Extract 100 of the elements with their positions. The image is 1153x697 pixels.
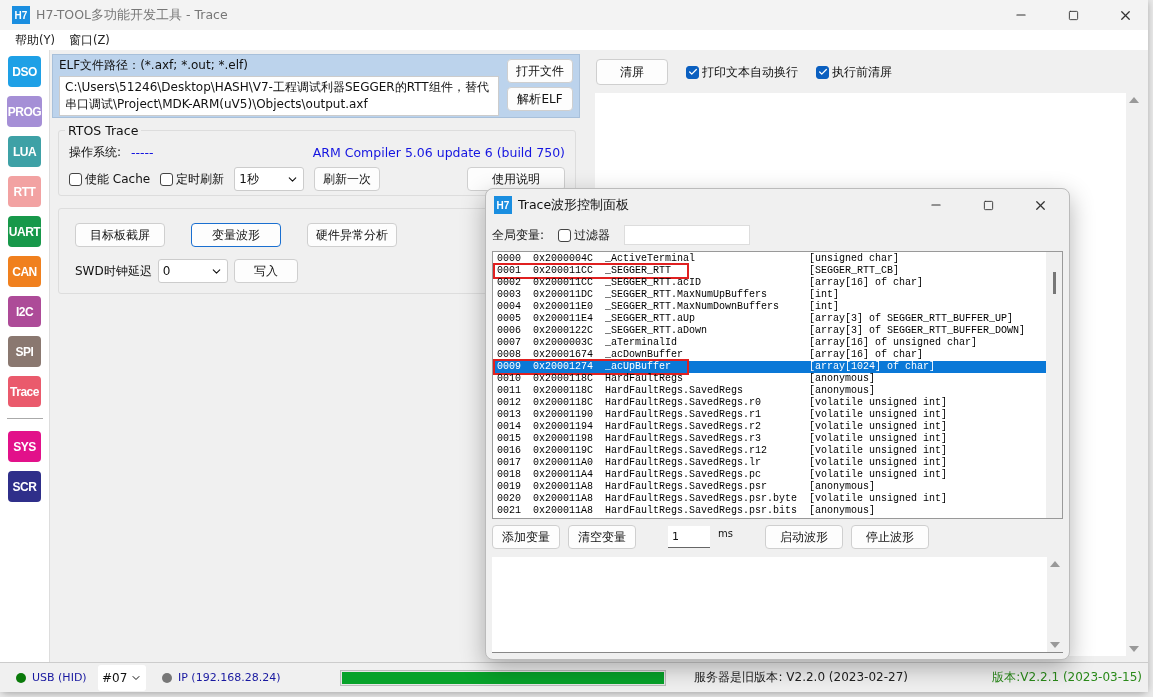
address-cell-text: 0x200011A8 — [533, 505, 594, 517]
checkbox[interactable]: 使能 Cache — [69, 170, 151, 188]
type-cell-text: [volatile unsigned int] — [809, 493, 949, 505]
module-tile[interactable]: I2C — [8, 296, 41, 327]
address-cell-text: 0x20001194 — [533, 421, 594, 433]
add-variable-button[interactable]: 添加变量 — [492, 525, 560, 549]
module-tile[interactable]: SCR — [8, 471, 41, 502]
variable-row[interactable]: 0013 0x20001190 HardFaultRegs.SavedRegs.r1 [volatile unsigned int] — [493, 409, 1046, 421]
module-tile[interactable]: SPI — [8, 336, 41, 367]
address-cell-text: 0x2000118C — [533, 397, 594, 409]
name-cell-text: HardFaultRegs.SavedRegs.r1 — [605, 409, 763, 421]
name-cell-text: HardFaultRegs.SavedRegs.r3 — [605, 433, 763, 445]
variable-row[interactable]: 0012 0x2000118C HardFaultRegs.SavedRegs.r0 [volatile unsigned int] — [493, 397, 1046, 409]
variable-row[interactable]: 0005 0x200011E4 _SEGGER_RTT.aUp [array[3] of SEGGER_RTT_BUFFER_UP] — [493, 313, 1046, 325]
server-version: 服务器是旧版本: V2.2.0 (2023-02-27) — [694, 669, 908, 686]
variable-row[interactable]: 0003 0x200011DC _SEGGER_RTT.MaxNumUpBuffers [int] — [493, 289, 1046, 301]
swd-select[interactable]: 0 — [157, 259, 228, 283]
address-cell-text: 0x200011A0 — [533, 457, 594, 469]
dialog-title: Trace波形控制面板 — [518, 196, 631, 214]
variable-row[interactable]: 0011 0x2000118C HardFaultRegs.SavedRegs [anonymous] — [493, 385, 1046, 397]
index-cell-text: 0008 — [497, 349, 522, 361]
variable-row[interactable]: 0004 0x200011E0 _SEGGER_RTT.MaxNumDownBuffers [int] — [493, 301, 1046, 313]
index-cell-text: 0020 — [497, 493, 522, 505]
usb-label: USB (HID) — [32, 671, 87, 684]
name-cell-text: _aTerminalId — [605, 337, 678, 349]
address-cell-text: 0x20001274 — [533, 361, 594, 373]
stop-button[interactable]: 停止波形 — [850, 525, 929, 549]
type-cell-text: [anonymous] — [809, 481, 876, 493]
checkbox[interactable]: 执行前清屏 — [816, 63, 892, 81]
type-cell-text: [volatile unsigned int] — [809, 397, 949, 409]
variable-row[interactable]: 0016 0x2000119C HardFaultRegs.SavedRegs.r12 [volatile unsigned int] — [493, 445, 1046, 457]
index-cell-text: 0014 — [497, 421, 522, 433]
app-logo: H7 — [12, 6, 30, 24]
app-version: 版本:V2.2.1 (2023-03-15) — [992, 669, 1142, 686]
index-cell-text: 0009 — [497, 361, 522, 373]
index-cell-text: 0012 — [497, 397, 522, 409]
type-cell-text: [array[3] of SEGGER_RTT_BUFFER_UP] — [809, 313, 1015, 325]
clear-button[interactable]: 清屏 — [596, 59, 668, 85]
tool-button[interactable]: 变量波形 — [191, 223, 281, 247]
checkbox[interactable]: 打印文本自动换行 — [686, 63, 798, 81]
dialog-logo: H7 — [494, 196, 512, 214]
type-cell-text: [array[16] of unsigned char] — [809, 337, 979, 349]
index-cell-text: 0019 — [497, 481, 522, 493]
help-button[interactable]: 使用说明 — [467, 167, 565, 191]
period-field[interactable]: 1 — [668, 526, 710, 548]
address-cell-text: 0x20001198 — [533, 433, 594, 445]
name-cell-text: _SEGGER_RTT.MaxNumDownBuffers — [605, 301, 781, 313]
variable-row[interactable]: 0001 0x200011CC _SEGGER_RTT [SEGGER_RTT_CB] — [493, 265, 1046, 277]
checkbox[interactable]: 定时刷新 — [160, 170, 225, 188]
elf-button[interactable]: 解析ELF — [507, 87, 573, 111]
module-tile[interactable]: UART — [7, 216, 42, 247]
path-field[interactable]: C:\Users\51246\Desktop\HASH\V7-工程调试利器SEGGER的RTT组件，替代串口调试\Project\MDK-ARM(uV5)\Objects\output.axf — [59, 76, 499, 116]
write-button[interactable]: 写入 — [233, 259, 298, 283]
variable-row[interactable]: 0018 0x200011A4 HardFaultRegs.SavedRegs.pc [volatile unsigned int] — [493, 469, 1046, 481]
type-cell-text: [anonymous] — [809, 385, 876, 397]
variable-row[interactable]: 0019 0x200011A8 HardFaultRegs.SavedRegs.psr [anonymous] — [493, 481, 1046, 493]
compiler-text: ARM Compiler 5.06 update 6 (build 750) — [312, 145, 565, 160]
name-cell-text: HardFaultRegs.SavedRegs.r0 — [605, 397, 763, 409]
variable-row[interactable]: 0000 0x2000004C _ActiveTerminal [unsigned char] — [493, 253, 1046, 265]
variable-row[interactable]: 0008 0x20001674 _acDownBuffer [array[16] of char] — [493, 349, 1046, 361]
name-cell-text: HardFaultRegs.SavedRegs.psr.bits — [605, 505, 799, 517]
variable-row[interactable]: 0020 0x200011A8 HardFaultRegs.SavedRegs.psr.byte [volatile unsigned int] — [493, 493, 1046, 505]
name-cell-text: HardFaultRegs.SavedRegs.r12 — [605, 445, 769, 457]
checkbox[interactable]: 过滤器 — [558, 226, 611, 244]
variable-row[interactable]: 0010 0x2000118C HardFaultRegs [anonymous] — [493, 373, 1046, 385]
name-cell-text: HardFaultRegs.SavedRegs.r2 — [605, 421, 763, 433]
tool-button[interactable]: 目标板截屏 — [75, 223, 165, 247]
menu-item[interactable]: 窗口(Z) — [69, 32, 110, 48]
refresh-button[interactable]: 刷新一次 — [314, 167, 381, 191]
clear-variables-button[interactable]: 清空变量 — [568, 525, 636, 549]
variable-row[interactable]: 0021 0x200011A8 HardFaultRegs.SavedRegs.psr.bits [anonymous] — [493, 505, 1046, 517]
elf-button[interactable]: 打开文件 — [507, 59, 573, 83]
type-cell-text: [volatile unsigned int] — [809, 421, 949, 433]
index-cell-text: 0010 — [497, 373, 522, 385]
interval-select[interactable]: 1秒 — [234, 167, 305, 191]
module-tile[interactable]: SYS — [8, 431, 41, 462]
type-cell-text: [array[16] of char] — [809, 277, 925, 289]
name-cell-text: _SEGGER_RTT — [605, 265, 672, 277]
scrollbar[interactable] — [1046, 252, 1062, 518]
variable-row[interactable]: 0015 0x20001198 HardFaultRegs.SavedRegs.r3 [volatile unsigned int] — [493, 433, 1046, 445]
check-icon — [687, 67, 698, 77]
index-cell-text: 0003 — [497, 289, 522, 301]
variable-row[interactable]: 0009 0x20001274 _acUpBuffer [array[1024] of char] — [493, 361, 1046, 373]
name-cell-text: _SEGGER_RTT.aDown — [605, 325, 709, 337]
type-cell-text: [anonymous] — [809, 373, 876, 385]
window-title: H7-TOOL多功能开发工具 - Trace — [36, 6, 229, 24]
address-cell-text: 0x2000003C — [533, 337, 594, 349]
variable-row[interactable]: 0002 0x200011CC _SEGGER_RTT.acID [array[16] of char] — [493, 277, 1046, 289]
device-select[interactable]: #07 — [98, 664, 146, 691]
start-button[interactable]: 启动波形 — [764, 525, 843, 549]
filter-field[interactable] — [624, 225, 751, 245]
variable-row[interactable]: 0014 0x20001194 HardFaultRegs.SavedRegs.r2 [volatile unsigned int] — [493, 421, 1046, 433]
unit-label: ms — [718, 527, 733, 539]
tool-button[interactable]: 硬件异常分析 — [307, 223, 397, 247]
variable-row[interactable]: 0007 0x2000003C _aTerminalId [array[16] of unsigned char] — [493, 337, 1046, 349]
menu-item[interactable]: 帮助(Y) — [15, 32, 55, 48]
name-cell-text: _ActiveTerminal — [605, 253, 696, 265]
variable-row[interactable]: 0017 0x200011A0 HardFaultRegs.SavedRegs.lr [volatile unsigned int] — [493, 457, 1046, 469]
name-cell-text: _acUpBuffer — [605, 361, 672, 373]
variable-row[interactable]: 0006 0x2000122C _SEGGER_RTT.aDown [array[3] of SEGGER_RTT_BUFFER_DOWN] — [493, 325, 1046, 337]
